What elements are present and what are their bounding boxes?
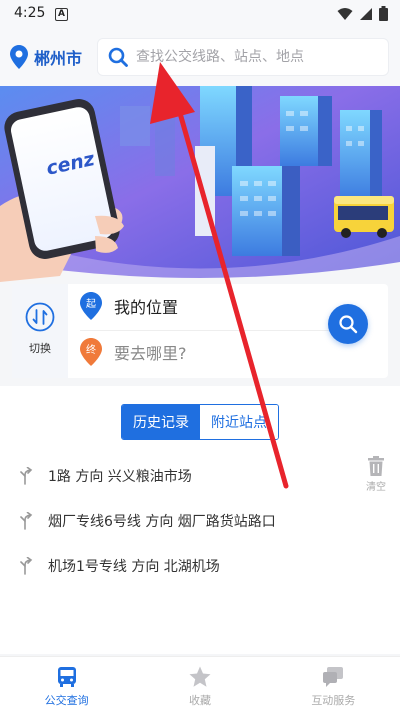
- destination-text: 要去哪里?: [114, 344, 187, 363]
- search-input[interactable]: [136, 49, 376, 65]
- city-name: 郴州市: [34, 49, 83, 68]
- route-direction-icon: [20, 557, 33, 575]
- search-box[interactable]: [97, 38, 389, 76]
- bottom-nav: 公交查询 收藏 互动服务: [0, 656, 400, 712]
- route-search-button[interactable]: [328, 304, 368, 344]
- nav-favorites[interactable]: 收藏: [133, 657, 266, 712]
- tab-history[interactable]: 历史记录: [122, 405, 200, 439]
- svg-text:起: 起: [86, 298, 96, 310]
- system-icons: [337, 6, 388, 21]
- nav-interactive-services[interactable]: 互动服务: [267, 657, 400, 712]
- bus-icon: [57, 667, 76, 687]
- city-selector[interactable]: 郴州市: [10, 45, 82, 69]
- trash-icon: [368, 456, 384, 476]
- swap-label: 切换: [29, 342, 51, 355]
- history-item-text: 烟厂专线6号线 方向 烟厂路货站路口: [48, 514, 276, 530]
- swap-button[interactable]: 切换: [12, 284, 68, 378]
- promo-banner[interactable]: cenz: [0, 86, 400, 282]
- origin-field[interactable]: 起 我的位置: [80, 286, 330, 326]
- search-icon: [108, 47, 128, 67]
- status-time: 4:25: [14, 5, 46, 21]
- tab-group: 历史记录 附近站点: [121, 404, 279, 440]
- nav-bus-query[interactable]: 公交查询: [0, 657, 133, 712]
- history-item[interactable]: 烟厂专线6号线 方向 烟厂路货站路口: [20, 511, 276, 531]
- battery-icon: [379, 6, 388, 21]
- origin-pin-icon: 起: [80, 292, 102, 320]
- route-direction-icon: [20, 467, 33, 485]
- history-panel: 历史记录 附近站点 清空 1路 方向 兴义粮油市场 烟厂专线6号线 方向 烟厂路…: [0, 386, 400, 654]
- search-icon: [339, 315, 358, 334]
- route-direction-icon: [20, 512, 33, 530]
- route-planner: 切换 起 我的位置 终 要去哪里?: [12, 284, 388, 378]
- top-bar: 郴州市: [0, 30, 400, 86]
- signal-icon: [360, 7, 372, 20]
- nav-label: 收藏: [188, 694, 211, 707]
- history-item[interactable]: 1路 方向 兴义粮油市场: [20, 466, 192, 486]
- swap-icon: [25, 302, 55, 332]
- origin-text: 我的位置: [114, 298, 179, 317]
- bus-illustration: [334, 196, 394, 238]
- divider: [80, 330, 330, 331]
- destination-field[interactable]: 终 要去哪里?: [80, 332, 330, 372]
- banner-illustration: cenz: [0, 86, 400, 282]
- nav-label: 公交查询: [44, 694, 89, 707]
- destination-pin-icon: 终: [80, 338, 102, 366]
- history-item-text: 1路 方向 兴义粮油市场: [48, 469, 192, 485]
- tab-nearby-stops[interactable]: 附近站点: [200, 405, 278, 439]
- nav-label: 互动服务: [311, 694, 356, 707]
- notification-icon: A: [55, 8, 68, 21]
- wifi-icon: [337, 7, 353, 20]
- history-item[interactable]: 机场1号专线 方向 北湖机场: [20, 556, 220, 576]
- svg-text:终: 终: [86, 343, 96, 356]
- location-pin-icon: [10, 45, 28, 69]
- clear-label: 清空: [366, 482, 386, 493]
- star-icon: [189, 666, 211, 687]
- clear-button[interactable]: 清空: [366, 456, 386, 493]
- history-item-text: 机场1号专线 方向 北湖机场: [48, 559, 220, 575]
- status-bar: 4:25 A: [0, 0, 400, 30]
- chat-icon: [323, 667, 344, 687]
